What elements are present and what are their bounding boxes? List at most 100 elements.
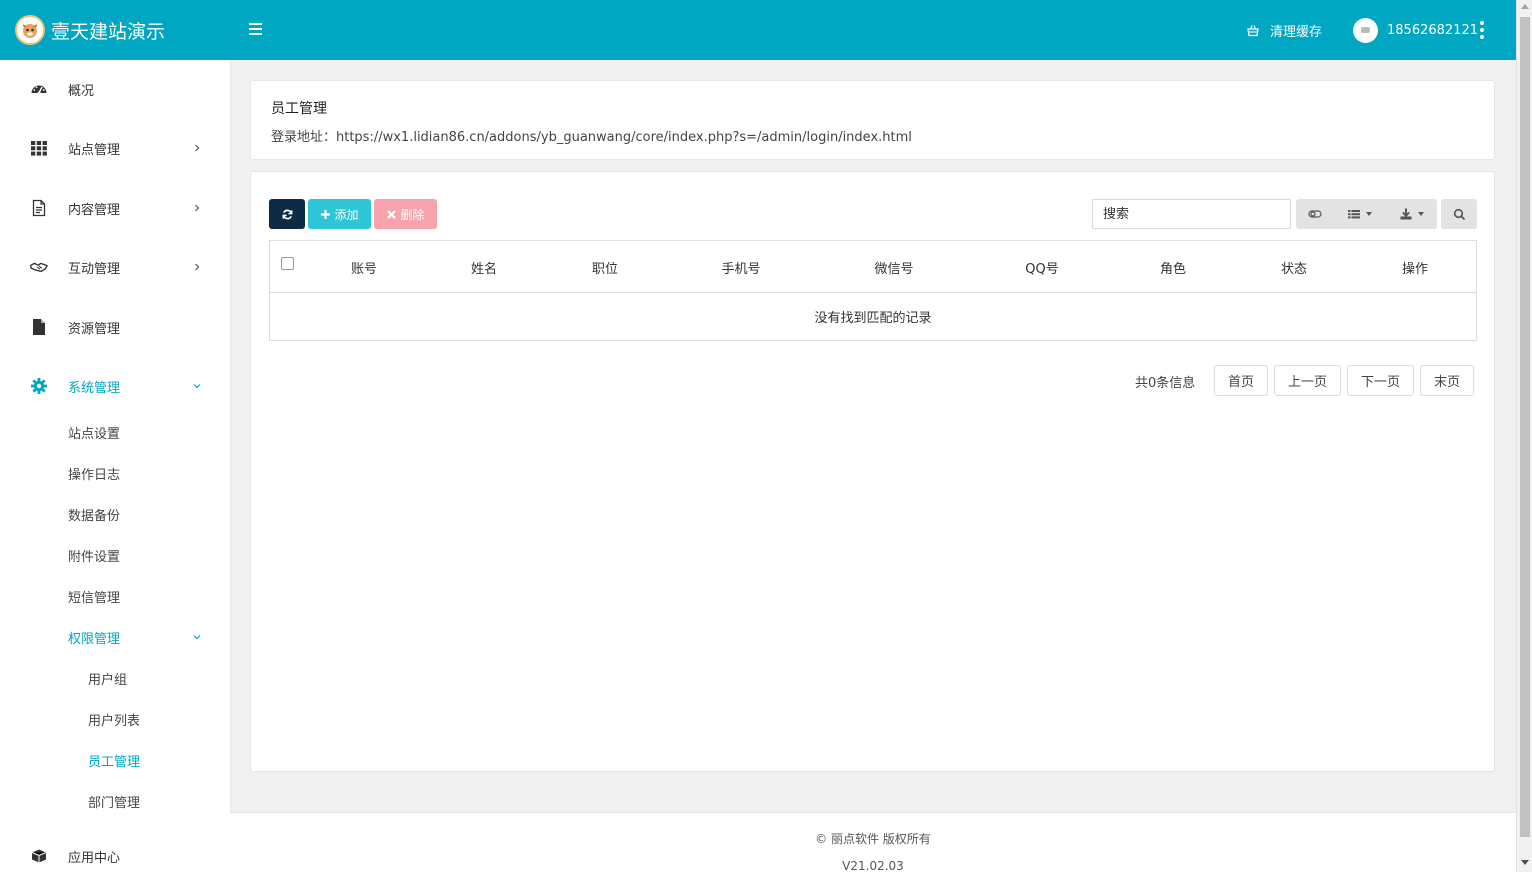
scroll-up-arrow-icon[interactable]: [1521, 4, 1529, 9]
sidebar-item-label: 互动管理: [68, 261, 121, 277]
empty-state-text: 没有找到匹配的记录: [814, 311, 932, 326]
sidebar-sub2-user-list[interactable]: 用户列表: [0, 704, 230, 734]
document-icon: [29, 198, 49, 218]
page-last-button[interactable]: 末页: [1420, 365, 1474, 396]
clear-cache-button[interactable]: 清理缓存: [1246, 0, 1322, 60]
sidebar-sub-label: 站点设置: [68, 426, 121, 442]
page-first-button[interactable]: 首页: [1214, 365, 1268, 396]
gear-icon: [29, 376, 49, 396]
staff-table: 账号 姓名 职位 手机号 微信号 QQ号 角色 状态 操作 没有找到匹配的记录: [269, 240, 1477, 341]
user-name: 18562682121: [1387, 22, 1478, 38]
user-menu[interactable]: 18562682121: [1353, 0, 1478, 60]
search-button[interactable]: [1441, 199, 1477, 229]
download-icon: [1400, 208, 1411, 220]
login-url: 登录地址：https://wx1.lidian86.cn/addons/yb_g…: [271, 130, 912, 145]
sidebar-sub-attachment-settings[interactable]: 附件设置: [0, 540, 230, 570]
sidebar-item-overview[interactable]: 概况: [0, 69, 230, 109]
sidebar-sub2-department[interactable]: 部门管理: [0, 786, 230, 816]
sidebar-sub-label: 数据备份: [68, 508, 121, 524]
menu-toggle-icon[interactable]: [249, 23, 262, 37]
scroll-down-arrow-icon[interactable]: [1521, 860, 1529, 865]
sidebar-sub2-label: 用户组: [88, 672, 128, 688]
sidebar-item-apps[interactable]: 应用中心: [0, 836, 230, 872]
page-title: 员工管理: [271, 101, 327, 117]
toggle-view-button[interactable]: [1296, 199, 1334, 229]
chevron-down-icon: [193, 635, 201, 640]
column-header-actions[interactable]: 操作: [1381, 241, 1449, 293]
delete-button[interactable]: 删除: [374, 199, 437, 229]
scroll-thumb[interactable]: [1520, 17, 1530, 837]
sidebar-sub-sms[interactable]: 短信管理: [0, 581, 230, 611]
refresh-button[interactable]: [269, 199, 305, 229]
sidebar-item-site[interactable]: 站点管理: [0, 128, 230, 168]
avatar: [1353, 17, 1378, 43]
sidebar-sub-label: 附件设置: [68, 549, 121, 565]
sidebar: 概况 站点管理 内容管理 互动管理 资源管理 系统管理 站点设置 操作日志 数据…: [0, 60, 230, 872]
toggle-icon: [1308, 210, 1322, 218]
column-header-name[interactable]: 姓名: [450, 241, 518, 293]
basket-icon: [1247, 25, 1259, 37]
select-all-checkbox[interactable]: [281, 257, 294, 270]
search-icon: [1453, 208, 1465, 220]
sidebar-sub-operation-log[interactable]: 操作日志: [0, 458, 230, 488]
sidebar-item-system[interactable]: 系统管理: [0, 366, 230, 406]
box-icon: [29, 846, 49, 866]
chevron-down-icon: [193, 384, 201, 389]
pager-total: 共0条信息: [1135, 376, 1196, 391]
sidebar-item-content[interactable]: 内容管理: [0, 188, 230, 228]
logo-mascot-icon: [15, 15, 45, 45]
sidebar-item-label: 应用中心: [68, 850, 121, 866]
grid-icon: [29, 138, 49, 158]
sidebar-sub2-label: 员工管理: [88, 754, 141, 770]
footer: © 丽点软件 版权所有 V21.02.03: [230, 812, 1516, 872]
caret-down-icon: [1417, 212, 1424, 216]
sidebar-item-label: 内容管理: [68, 202, 121, 218]
sidebar-sub2-staff[interactable]: 员工管理: [0, 745, 230, 775]
sidebar-item-label: 概况: [68, 83, 95, 99]
chevron-right-icon: [195, 144, 200, 152]
sidebar-sub-site-settings[interactable]: 站点设置: [0, 417, 230, 447]
delete-button-label: 删除: [400, 207, 425, 222]
column-header-role[interactable]: 角色: [1139, 241, 1207, 293]
search-input[interactable]: [1092, 199, 1291, 229]
table-tools: [1296, 199, 1437, 229]
top-header: 壹天建站演示 清理缓存 18562682121: [0, 0, 1516, 60]
sidebar-item-label: 站点管理: [68, 142, 121, 158]
sidebar-item-resource[interactable]: 资源管理: [0, 307, 230, 347]
list-icon: [1348, 210, 1360, 219]
sidebar-sub2-user-group[interactable]: 用户组: [0, 663, 230, 693]
add-button-label: 添加: [334, 207, 359, 222]
sidebar-sub2-label: 部门管理: [88, 795, 141, 811]
more-vertical-icon[interactable]: [1479, 21, 1485, 39]
sidebar-sub-label: 权限管理: [68, 631, 121, 647]
column-header-phone[interactable]: 手机号: [707, 241, 775, 293]
page-header-card: 员工管理 登录地址：https://wx1.lidian86.cn/addons…: [250, 80, 1495, 160]
sidebar-sub-permission[interactable]: 权限管理: [0, 622, 230, 652]
copyright: © 丽点软件 版权所有: [815, 832, 931, 846]
column-header-qq[interactable]: QQ号: [1008, 241, 1076, 293]
refresh-icon: [282, 209, 292, 219]
page-prev-button[interactable]: 上一页: [1274, 365, 1341, 396]
columns-dropdown[interactable]: [1334, 199, 1385, 229]
add-button[interactable]: 添加: [308, 199, 371, 229]
clear-cache-label: 清理缓存: [1270, 24, 1323, 40]
page-scrollbar[interactable]: [1516, 0, 1532, 872]
sidebar-sub-label: 操作日志: [68, 467, 121, 483]
sidebar-sub2-label: 用户列表: [88, 713, 141, 729]
file-icon: [29, 317, 49, 337]
column-header-wechat[interactable]: 微信号: [860, 241, 928, 293]
caret-down-icon: [1366, 212, 1372, 216]
close-icon: [387, 209, 397, 219]
page-next-button[interactable]: 下一页: [1347, 365, 1414, 396]
column-header-status[interactable]: 状态: [1260, 241, 1328, 293]
chevron-right-icon: [195, 204, 200, 212]
export-dropdown[interactable]: [1385, 199, 1437, 229]
version: V21.02.03: [842, 859, 904, 872]
column-header-position[interactable]: 职位: [571, 241, 639, 293]
logo[interactable]: 壹天建站演示: [0, 0, 230, 60]
logo-text: 壹天建站演示: [51, 20, 166, 43]
sidebar-sub-label: 短信管理: [68, 590, 121, 606]
sidebar-sub-data-backup[interactable]: 数据备份: [0, 499, 230, 529]
column-header-account[interactable]: 账号: [330, 241, 398, 293]
sidebar-item-interaction[interactable]: 互动管理: [0, 247, 230, 287]
